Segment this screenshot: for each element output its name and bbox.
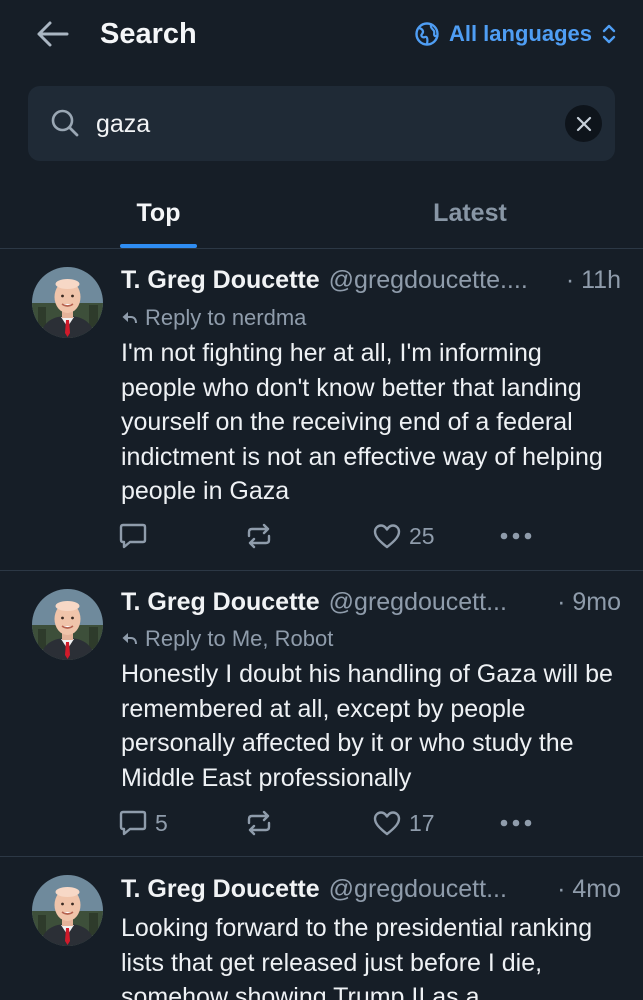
header: Search All languages	[0, 0, 643, 70]
close-icon	[576, 116, 591, 131]
like-button[interactable]: 17	[372, 805, 435, 841]
ellipsis-icon	[500, 532, 532, 540]
chevron-up-down-icon	[602, 24, 616, 44]
post-text: I'm not fighting her at all, I'm informi…	[121, 339, 603, 505]
heart-icon	[373, 811, 401, 836]
post[interactable]: T. Greg Doucette @gregdoucett... · 9mo R…	[0, 571, 643, 857]
author-photo	[32, 875, 103, 946]
reply-to-text: Reply to nerdma	[145, 305, 307, 330]
search-icon	[51, 109, 79, 137]
language-selector[interactable]: All languages	[414, 16, 617, 52]
reply-count: 5	[155, 809, 168, 836]
search-tabs: Top Latest	[0, 178, 643, 249]
comment-icon	[119, 810, 147, 836]
reply-arrow-icon	[122, 633, 137, 645]
globe-icon	[415, 22, 439, 46]
post-timestamp[interactable]: · 9mo	[557, 588, 621, 617]
post-text: Honestly I doubt his handling of Gaza wi…	[121, 660, 613, 792]
post-actions: 25	[118, 518, 538, 554]
reply-arrow-icon	[122, 312, 137, 324]
author-name[interactable]: T. Greg Doucette	[121, 266, 320, 295]
avatar[interactable]	[32, 875, 103, 946]
post[interactable]: T. Greg Doucette @gregdoucette.... · 11h…	[0, 249, 643, 571]
author-photo	[32, 589, 103, 660]
comment-icon	[119, 523, 147, 549]
heart-icon	[373, 524, 401, 549]
reply-context[interactable]: Reply to Me, Robot	[121, 624, 333, 654]
post-header: T. Greg Doucette @gregdoucett... · 9mo	[121, 585, 621, 619]
post-timestamp[interactable]: · 11h	[566, 266, 621, 295]
author-handle[interactable]: @gregdoucett...	[329, 875, 547, 904]
more-options-button[interactable]	[499, 518, 533, 554]
post-header: T. Greg Doucette @gregdoucette.... · 11h	[121, 263, 621, 297]
tab-latest[interactable]: Latest	[404, 178, 536, 248]
repost-button[interactable]	[244, 518, 281, 554]
like-button[interactable]: 25	[372, 518, 435, 554]
back-button[interactable]	[30, 14, 74, 54]
author-name[interactable]: T. Greg Doucette	[121, 588, 320, 617]
author-handle[interactable]: @gregdoucett...	[329, 588, 547, 617]
post[interactable]: T. Greg Doucette @gregdoucett... · 4mo L…	[0, 857, 643, 1000]
post-timestamp[interactable]: · 4mo	[557, 875, 621, 904]
clear-search-button[interactable]	[565, 105, 602, 142]
page-title: Search	[100, 18, 197, 50]
language-label: All languages	[448, 21, 592, 46]
avatar[interactable]	[32, 589, 103, 660]
author-handle[interactable]: @gregdoucette....	[329, 266, 556, 295]
reply-button[interactable]	[118, 518, 155, 554]
active-tab-indicator	[120, 244, 197, 248]
post-actions: 5 17	[118, 805, 538, 841]
reply-context[interactable]: Reply to nerdma	[121, 303, 306, 333]
ellipsis-icon	[500, 819, 532, 827]
post-header: T. Greg Doucette @gregdoucett... · 4mo	[121, 872, 621, 906]
reply-button[interactable]: 5	[118, 805, 168, 841]
like-count: 25	[409, 522, 435, 549]
reply-to-text: Reply to Me, Robot	[145, 626, 334, 651]
author-name[interactable]: T. Greg Doucette	[121, 875, 320, 904]
arrow-left-icon	[37, 21, 69, 47]
search-bar	[28, 86, 615, 161]
search-input[interactable]	[96, 104, 556, 144]
repost-button[interactable]	[244, 805, 281, 841]
tab-top[interactable]: Top	[120, 178, 197, 248]
post-text: Looking forward to the presidential rank…	[121, 914, 593, 1000]
avatar[interactable]	[32, 267, 103, 338]
repost-icon	[247, 810, 271, 836]
repost-icon	[247, 523, 271, 549]
author-photo	[32, 267, 103, 338]
like-count: 17	[409, 809, 435, 836]
more-options-button[interactable]	[499, 805, 533, 841]
